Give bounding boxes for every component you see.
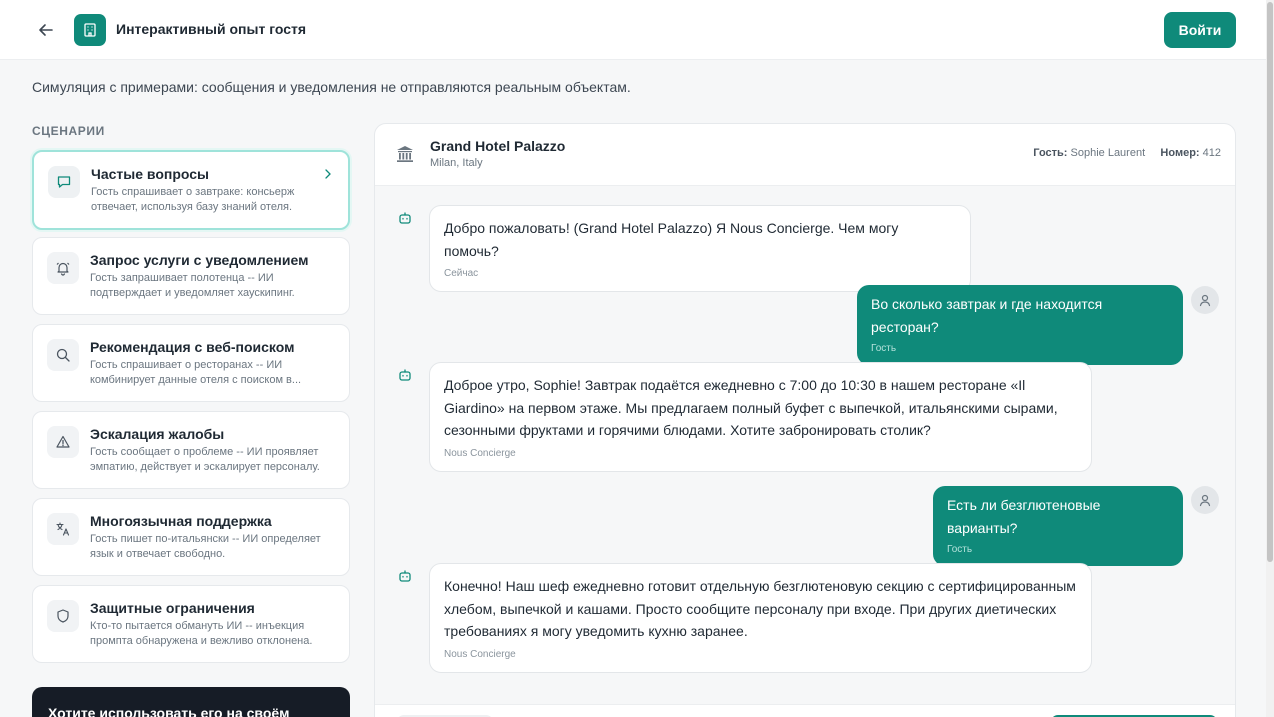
guest-label: Гость: [1033, 147, 1068, 159]
back-button[interactable] [34, 18, 58, 42]
scenario-title: Многоязычная поддержка [90, 513, 272, 529]
scenario-description: Гость спрашивает о ресторанах -- ИИ комб… [90, 359, 302, 386]
building-icon [84, 23, 96, 37]
room-number: 412 [1202, 147, 1221, 159]
message-meta: Гость [871, 343, 897, 354]
scenario-card-faq[interactable]: Частые вопросы Гость спрашивает о завтра… [32, 150, 350, 230]
page-title: Интерактивный опыт гостя [116, 21, 307, 37]
user-message: Есть ли безглютеновые варианты? Гость [933, 486, 1183, 566]
scrollbar-thumb[interactable] [1267, 2, 1273, 562]
hotel-icon [397, 146, 413, 162]
arrow-left-icon [39, 24, 53, 36]
simulation-notice: Симуляция с примерами: сообщения и уведо… [32, 79, 631, 95]
scenario-description: Гость пишет по-итальянски -- ИИ определя… [90, 533, 321, 560]
chat-header: Grand Hotel Palazzo Milan, Italy Гость: … [375, 124, 1235, 186]
warning-icon [47, 426, 79, 458]
message-text: Доброе утро, Sophie! Завтрак подаётся еж… [444, 377, 1058, 438]
scenario-card-complaint[interactable]: Эскалация жалобы Гость сообщает о пробле… [32, 411, 350, 489]
user-icon [1199, 294, 1211, 307]
scenario-title: Запрос услуги с уведомлением [90, 252, 309, 268]
scenario-title: Рекомендация с веб-поиском [90, 339, 295, 355]
message-text: Конечно! Наш шеф ежедневно готовит отдел… [444, 578, 1076, 639]
scenario-description: Гость спрашивает о завтраке: консьерж от… [91, 186, 295, 213]
page-scrollbar[interactable] [1266, 0, 1274, 717]
chat-input-area [375, 704, 1235, 717]
hotel-location: Milan, Italy [430, 157, 483, 169]
bot-icon [399, 369, 411, 381]
guest-room-info: Гость: Sophie Laurent Номер: 412 [1033, 147, 1221, 159]
room-label: Номер: [1160, 147, 1200, 159]
chat-panel: Grand Hotel Palazzo Milan, Italy Гость: … [374, 123, 1236, 717]
promo-banner[interactable]: Хотите использовать его на своём [32, 687, 350, 717]
bot-message: Конечно! Наш шеф ежедневно готовит отдел… [429, 563, 1092, 673]
message-text: Добро пожаловать! (Grand Hotel Palazzo) … [444, 220, 899, 259]
bot-icon [399, 570, 411, 582]
message-meta: Гость [947, 544, 973, 555]
message-meta: Nous Concierge [444, 648, 516, 660]
shield-icon [47, 600, 79, 632]
user-avatar [1191, 286, 1219, 314]
scenario-card-service-request[interactable]: Запрос услуги с уведомлением Гость запра… [32, 237, 350, 315]
chat-messages: Добро пожаловать! (Grand Hotel Palazzo) … [375, 186, 1235, 704]
scenario-card-guardrails[interactable]: Защитные ограничения Кто-то пытается обм… [32, 585, 350, 663]
user-message: Во сколько завтрак и где находится ресто… [857, 285, 1183, 365]
message-meta: Сейчас [444, 268, 479, 279]
message-text: Во сколько завтрак и где находится ресто… [871, 296, 1103, 335]
message-meta: Nous Concierge [444, 447, 516, 459]
scenario-description: Кто-то пытается обмануть ИИ -- инъекция … [90, 620, 313, 647]
bot-message: Доброе утро, Sophie! Завтрак подаётся еж… [429, 362, 1092, 472]
user-icon [1199, 494, 1211, 507]
bot-message: Добро пожаловать! (Grand Hotel Palazzo) … [429, 205, 971, 292]
message-text: Есть ли безглютеновые варианты? [947, 497, 1101, 536]
scenario-title: Защитные ограничения [90, 600, 255, 616]
scenario-card-multilingual[interactable]: Многоязычная поддержка Гость пишет по-ит… [32, 498, 350, 576]
bell-icon [47, 252, 79, 284]
app-logo [74, 14, 106, 46]
bot-icon [399, 212, 411, 224]
guest-name: Sophie Laurent [1070, 147, 1146, 159]
chat-bubble-icon [48, 166, 80, 198]
hotel-name: Grand Hotel Palazzo [430, 138, 566, 154]
scenario-description: Гость запрашивает полотенца -- ИИ подтве… [90, 272, 295, 299]
login-button[interactable]: Войти [1164, 12, 1236, 48]
search-icon [47, 339, 79, 371]
promo-text: Хотите использовать его на своём [48, 705, 290, 717]
scenario-title: Частые вопросы [91, 166, 209, 182]
scenario-description: Гость сообщает о проблеме -- ИИ проявляе… [90, 446, 320, 473]
scenario-card-web-search[interactable]: Рекомендация с веб-поиском Гость спрашив… [32, 324, 350, 402]
top-bar: Интерактивный опыт гостя Войти [0, 0, 1274, 60]
scenarios-heading: СЦЕНАРИИ [32, 124, 105, 138]
translate-icon [47, 513, 79, 545]
scenario-title: Эскалация жалобы [90, 426, 225, 442]
chevron-right-icon [325, 169, 331, 179]
user-avatar [1191, 486, 1219, 514]
